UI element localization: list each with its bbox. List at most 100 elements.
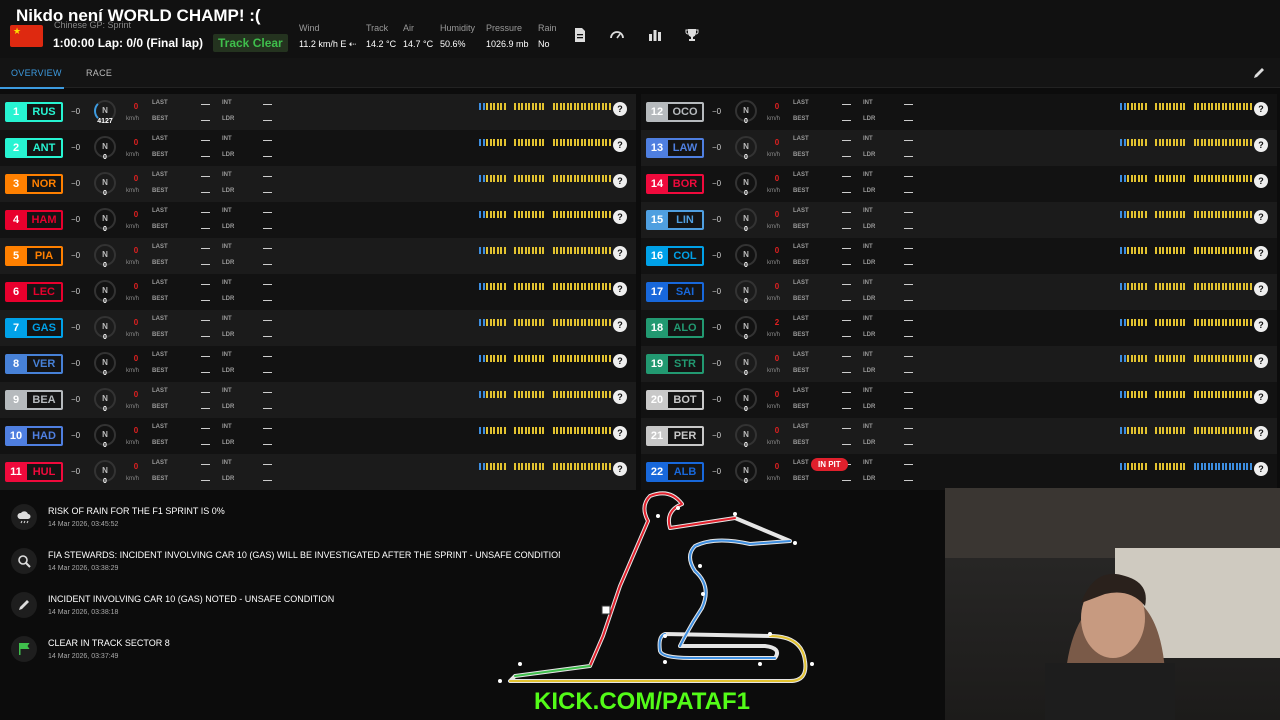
rpm-value: 0 — [103, 370, 107, 377]
interval-label: INT — [222, 136, 232, 142]
driver-code: ALO — [668, 320, 702, 336]
driver-row[interactable]: 9 BEA −0 N 0 0 km/h LAST BEST INT LDR? — [0, 382, 636, 418]
driver-code: COL — [668, 248, 702, 264]
leader-gap-label: LDR — [222, 440, 235, 446]
driver-row[interactable]: 4 HAM −0 N 0 0 km/h LAST BEST INT LDR? — [0, 202, 636, 238]
driver-row[interactable]: 16 COL −0 N 0 0 km/h LAST BEST INT LDR? — [641, 238, 1277, 274]
mini-sectors — [479, 319, 619, 326]
speed-value: 0 — [774, 282, 780, 291]
driver-row[interactable]: 19 STR −0 N 0 0 km/h LAST BEST INT LDR? — [641, 346, 1277, 382]
message-text: FIA STEWARDS: INCIDENT INVOLVING CAR 10 … — [48, 550, 560, 560]
last-lap-label: LAST — [793, 244, 809, 250]
driver-row[interactable]: 10 HAD −0 N 0 0 km/h LAST BEST INT LDR? — [0, 418, 636, 454]
driver-row[interactable]: 8 VER −0 N 0 0 km/h LAST BEST INT LDR? — [0, 346, 636, 382]
tyre-unknown-icon[interactable]: ? — [613, 246, 627, 260]
mini-sectors — [1120, 463, 1260, 470]
driver-position-badge: 8 VER — [5, 354, 63, 374]
tab-race[interactable]: RACE — [86, 68, 112, 78]
document-icon[interactable] — [573, 28, 587, 42]
interval-value — [904, 176, 913, 177]
driver-row[interactable]: 3 NOR −0 N 0 0 km/h LAST BEST INT LDR? — [0, 166, 636, 202]
gap-to-leader: −0 — [712, 143, 722, 152]
last-lap-value — [842, 320, 851, 321]
driver-code: PER — [668, 428, 702, 444]
last-lap-label: LAST — [793, 424, 809, 430]
driver-row[interactable]: 11 HUL −0 N 0 0 km/h LAST BEST INT LDR? — [0, 454, 636, 490]
tyre-unknown-icon[interactable]: ? — [613, 102, 627, 116]
best-lap-value — [201, 192, 210, 193]
leader-gap-label: LDR — [863, 440, 876, 446]
driver-row[interactable]: 18 ALO −0 N 0 2 km/h LAST BEST INT LDR? — [641, 310, 1277, 346]
driver-row[interactable]: 22 ALB −0 N 0 0 km/h LAST BEST INT LDR IN PIT? — [641, 454, 1277, 490]
mini-sectors — [1120, 427, 1260, 434]
speed-unit: km/h — [126, 296, 140, 302]
tab-overview[interactable]: OVERVIEW — [11, 68, 62, 78]
tyre-unknown-icon[interactable]: ? — [1254, 354, 1268, 368]
driver-code: ALB — [668, 464, 702, 480]
tyre-unknown-icon[interactable]: ? — [1254, 102, 1268, 116]
bar-chart-icon[interactable] — [648, 28, 662, 42]
leader-gap-value — [263, 300, 272, 301]
driver-row[interactable]: 21 PER −0 N 0 0 km/h LAST BEST INT LDR? — [641, 418, 1277, 454]
tyre-unknown-icon[interactable]: ? — [613, 426, 627, 440]
tyre-unknown-icon[interactable]: ? — [1254, 174, 1268, 188]
trophy-icon[interactable] — [685, 28, 699, 42]
last-lap-value — [201, 284, 210, 285]
gap-to-leader: −0 — [71, 179, 81, 188]
driver-row[interactable]: 15 LIN −0 N 0 0 km/h LAST BEST INT LDR? — [641, 202, 1277, 238]
speedometer-icon[interactable] — [610, 28, 624, 42]
last-lap-label: LAST — [152, 172, 168, 178]
driver-code: STR — [668, 356, 702, 372]
tyre-unknown-icon[interactable]: ? — [613, 354, 627, 368]
best-lap-label: BEST — [793, 152, 810, 158]
speed-unit: km/h — [767, 404, 781, 410]
tyre-unknown-icon[interactable]: ? — [1254, 210, 1268, 224]
driver-row[interactable]: 12 OCO −0 N 0 0 km/h LAST BEST INT LDR? — [641, 94, 1277, 130]
tyre-unknown-icon[interactable]: ? — [1254, 138, 1268, 152]
driver-row[interactable]: 5 PIA −0 N 0 0 km/h LAST BEST INT LDR? — [0, 238, 636, 274]
interval-label: INT — [863, 208, 873, 214]
driver-row[interactable]: 13 LAW −0 N 0 0 km/h LAST BEST INT LDR? — [641, 130, 1277, 166]
driver-row[interactable]: 1 RUS −0 N 4127 0 km/h LAST BEST INT LDR? — [0, 94, 636, 130]
driver-row[interactable]: 6 LEC −0 N 0 0 km/h LAST BEST INT LDR? — [0, 274, 636, 310]
driver-row[interactable]: 17 SAI −0 N 0 0 km/h LAST BEST INT LDR? — [641, 274, 1277, 310]
track-outline — [508, 491, 808, 683]
tyre-unknown-icon[interactable]: ? — [1254, 246, 1268, 260]
tyre-unknown-icon[interactable]: ? — [613, 282, 627, 296]
best-lap-label: BEST — [152, 440, 169, 446]
driver-row[interactable]: 20 BOT −0 N 0 0 km/h LAST BEST INT LDR? — [641, 382, 1277, 418]
driver-position-badge: 13 LAW — [646, 138, 704, 158]
interval-value — [263, 464, 272, 465]
tyre-unknown-icon[interactable]: ? — [613, 390, 627, 404]
last-lap-value — [201, 356, 210, 357]
speed-value: 0 — [133, 138, 139, 147]
tyre-unknown-icon[interactable]: ? — [613, 318, 627, 332]
best-lap-value — [842, 156, 851, 157]
last-lap-label: LAST — [152, 208, 168, 214]
driver-row[interactable]: 7 GAS −0 N 0 0 km/h LAST BEST INT LDR? — [0, 310, 636, 346]
driver-row[interactable]: 2 ANT −0 N 0 0 km/h LAST BEST INT LDR? — [0, 130, 636, 166]
pencil-edit-icon[interactable] — [1252, 66, 1266, 80]
standings-right-column: 12 OCO −0 N 0 0 km/h LAST BEST INT LDR? 13 LAW −0 N 0 0 k… — [641, 94, 1277, 490]
leader-gap-value — [263, 192, 272, 193]
speed-unit: km/h — [126, 404, 140, 410]
last-lap-value — [842, 212, 851, 213]
tyre-unknown-icon[interactable]: ? — [1254, 282, 1268, 296]
leader-gap-value — [904, 480, 913, 481]
last-lap-value — [201, 140, 210, 141]
weather-wind: Wind 11.2 km/h E ⇠ — [299, 23, 357, 49]
last-lap-value — [842, 284, 851, 285]
best-lap-value — [842, 120, 851, 121]
tyre-unknown-icon[interactable]: ? — [1254, 426, 1268, 440]
tyre-unknown-icon[interactable]: ? — [1254, 318, 1268, 332]
tyre-unknown-icon[interactable]: ? — [613, 138, 627, 152]
leader-gap-label: LDR — [863, 332, 876, 338]
tyre-unknown-icon[interactable]: ? — [613, 462, 627, 476]
tyre-unknown-icon[interactable]: ? — [1254, 390, 1268, 404]
interval-value — [904, 428, 913, 429]
tyre-unknown-icon[interactable]: ? — [613, 174, 627, 188]
driver-row[interactable]: 14 BOR −0 N 0 0 km/h LAST BEST INT LDR? — [641, 166, 1277, 202]
tyre-unknown-icon[interactable]: ? — [1254, 462, 1268, 476]
rpm-value: 0 — [744, 298, 748, 305]
tyre-unknown-icon[interactable]: ? — [613, 210, 627, 224]
